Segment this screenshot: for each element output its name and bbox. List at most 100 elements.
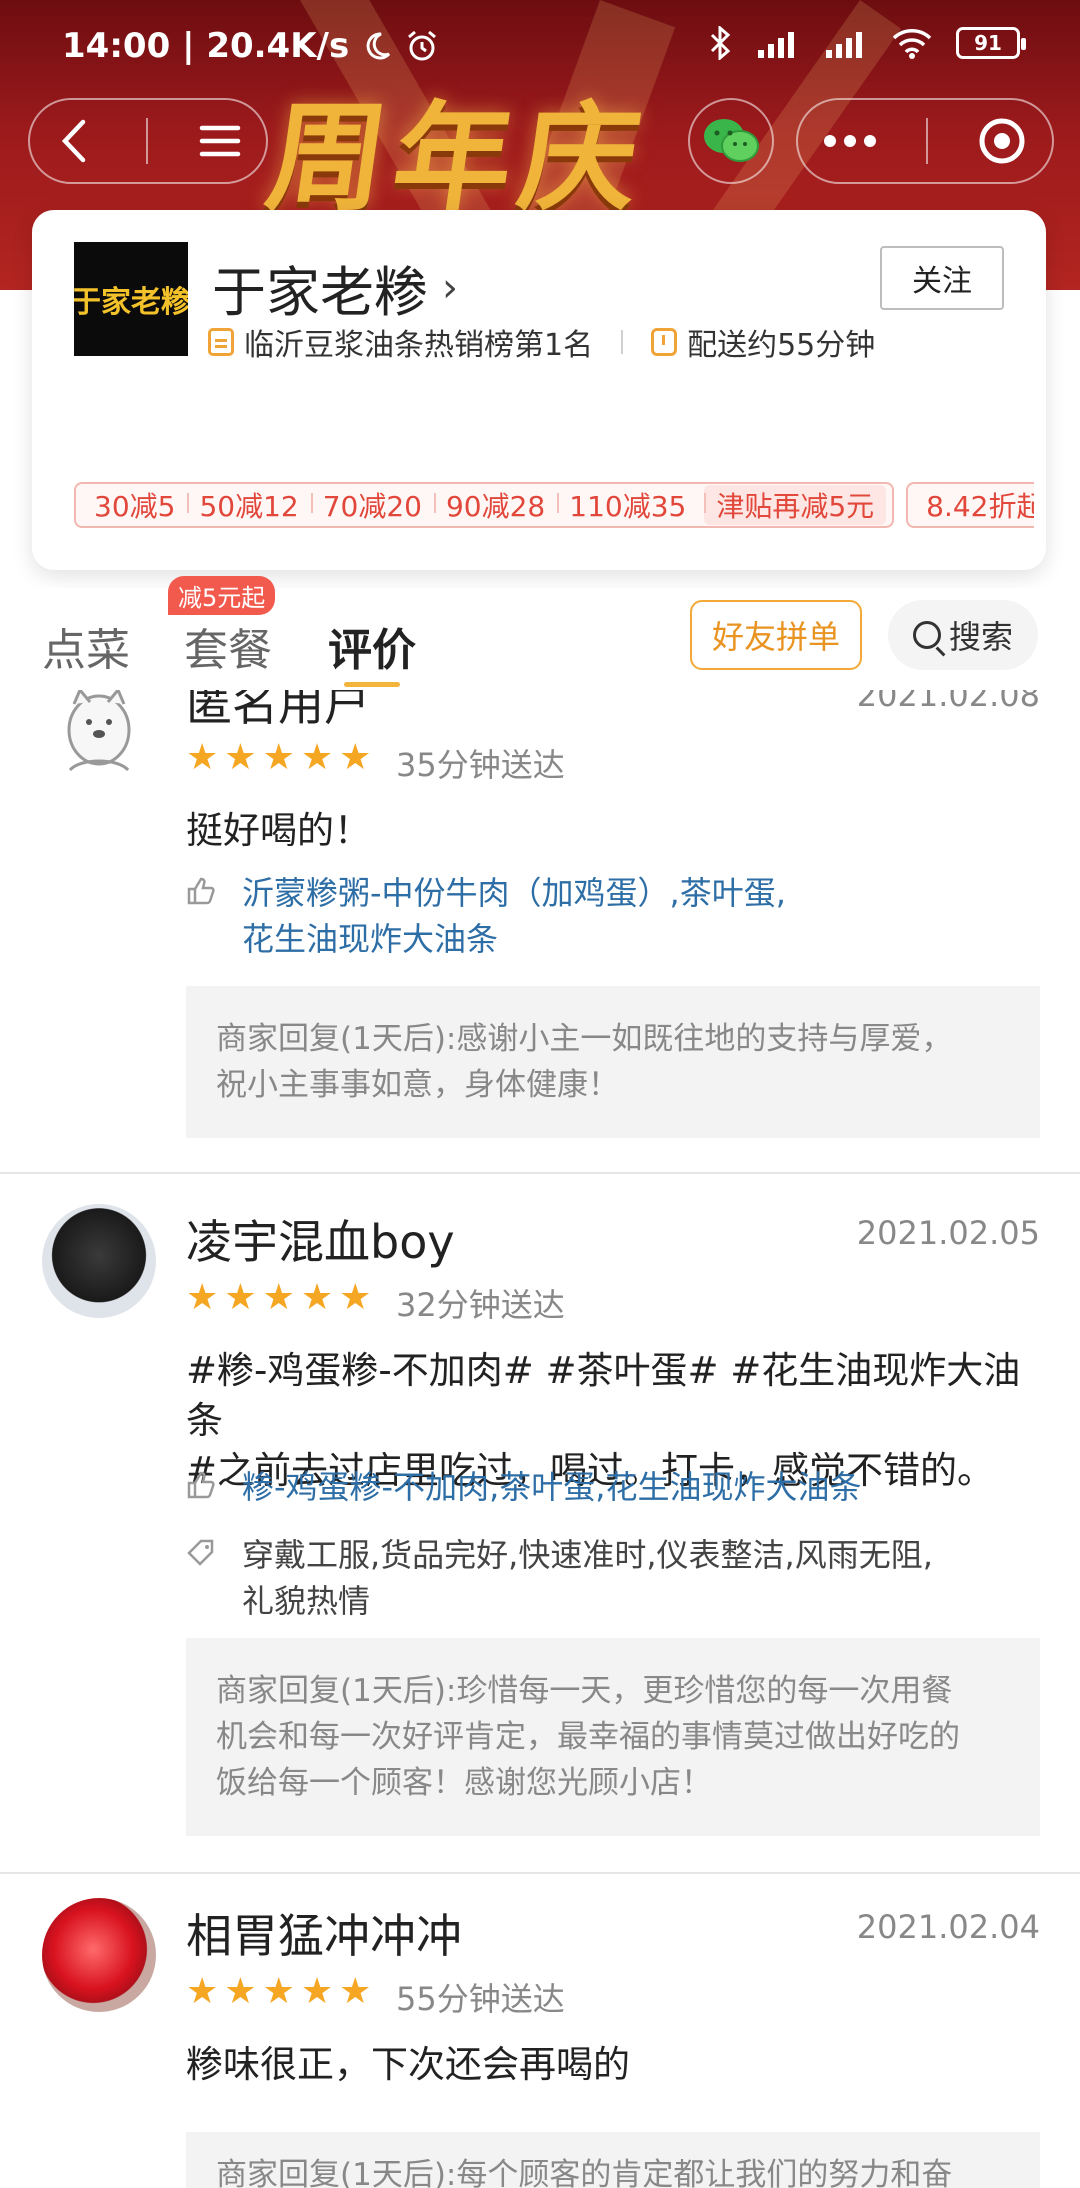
signal-icon (826, 32, 862, 58)
store-info-card: 于家老糁 于家老糁 › 关注 临沂豆浆油条热销榜第1名 配送约55分钟 30减5… (32, 210, 1046, 570)
star-icon: ★ (300, 1277, 334, 1318)
star-icon: ★ (262, 1277, 295, 1318)
store-name-link[interactable]: 于家老糁 › (212, 248, 458, 327)
back-icon[interactable] (55, 118, 95, 164)
alarm-icon (408, 30, 437, 61)
search-icon (912, 621, 941, 649)
menu-icon[interactable] (199, 123, 241, 159)
store-logo: 于家老糁 (74, 242, 188, 356)
capsule-divider (925, 118, 928, 164)
star-icon: ★ (300, 1971, 334, 2012)
tab-order[interactable]: 点菜 (42, 614, 130, 678)
discount-rate[interactable]: 8.42折起 (906, 482, 1034, 528)
wifi-icon (892, 29, 932, 59)
follow-button[interactable]: 关注 (880, 246, 1004, 310)
merchant-reply: 商家回复(1天后):感谢小主一如既往地的支持与厚爱， 祝小主事事如意，身体健康！ (186, 986, 1040, 1138)
review-user-name: 匿名用户 (186, 690, 370, 731)
wechat-icon (704, 119, 759, 162)
clock-icon (651, 328, 678, 356)
liked-dishes-line[interactable]: 沂蒙糁粥-中份牛肉（加鸡蛋）,茶叶蛋, (242, 870, 786, 916)
more-icon[interactable] (823, 134, 877, 148)
promo-tier: 70减20 (310, 485, 434, 525)
meta-divider (621, 330, 624, 354)
review-user-name: 凌宇混血boy (186, 1215, 455, 1269)
star-rating: ★ ★ ★ ★ ★ (186, 740, 371, 776)
tab-reviews[interactable]: 评价 (328, 614, 416, 678)
tab-combo[interactable]: 套餐 (184, 614, 272, 678)
promo-tier: 50减12 (187, 485, 310, 525)
star-icon: ★ (224, 1277, 257, 1318)
star-icon: ★ (339, 1971, 372, 2012)
store-name: 于家老糁 (212, 261, 428, 324)
review-divider (0, 1872, 1080, 1874)
rider-tags: 穿戴工服,货品完好,快速准时,仪表整洁,风雨无阻, 礼貌热情 (186, 1532, 1046, 1624)
merchant-reply: 商家回复(1天后):每个顾客的肯定都让我们的努力和奋 (186, 2132, 1040, 2188)
merchant-reply-line: 机会和每一次好评肯定，最幸福的事情莫过做出好吃的 (216, 1719, 960, 1755)
star-rating: ★ ★ ★ ★ ★ (186, 1280, 371, 1316)
review-list[interactable]: 匿名用户 2021.02.08 ★ ★ ★ ★ ★ 35分钟送达 挺好喝的！ 沂蒙糁粥-… (0, 690, 1080, 2188)
rider-tags-line: 穿戴工服,货品完好,快速准时,仪表整洁,风雨无阻, (242, 1536, 933, 1574)
avatar (42, 1204, 156, 1318)
avatar (42, 690, 156, 784)
friend-group-order-button[interactable]: 好友拼单 (690, 600, 862, 670)
star-icon: ★ (300, 737, 334, 778)
star-icon: ★ (186, 1971, 219, 2012)
star-icon: ★ (262, 737, 295, 778)
star-icon: ★ (224, 1971, 257, 2012)
thumbs-up-icon (186, 1464, 242, 1510)
bluetooth-icon (710, 26, 731, 60)
promo-tier: 90减28 (433, 485, 557, 525)
moon-icon (366, 32, 391, 60)
ranking-icon (208, 328, 234, 356)
capsule-divider (145, 118, 148, 164)
promo-subsidy: 津贴再减5元 (704, 485, 887, 525)
star-icon: ★ (224, 737, 257, 778)
delivery-duration: 32分钟送达 (396, 1286, 565, 1324)
review-date: 2021.02.05 (856, 1214, 1040, 1252)
review-text: 糁味很正，下次还会再喝的 (186, 2043, 630, 2086)
signal-hd-icon (758, 32, 794, 58)
search-label: 搜索 (948, 618, 1013, 656)
star-icon: ★ (262, 1971, 295, 2012)
delivery-duration: 35分钟送达 (396, 746, 565, 784)
discount-rate-label: 8.42折起 (926, 490, 1034, 523)
chevron-right-icon: › (442, 264, 458, 311)
liked-dishes: 糁-鸡蛋糁-不加肉,茶叶蛋,花生油现炸大油条 (186, 1464, 1046, 1510)
star-icon: ★ (186, 737, 219, 778)
review-text-line: #糁-鸡蛋糁-不加肉# #茶叶蛋# #花生油现炸大油条 (186, 1349, 1021, 1442)
merchant-reply-line: 商家回复(1天后):每个顾客的肯定都让我们的努力和奋 (216, 2157, 953, 2188)
merchant-reply-line: 商家回复(1天后):珍惜每一天，更珍惜您的每一次用餐 (216, 1673, 953, 1709)
nav-capsule-left (28, 98, 268, 184)
banner-title: 周年庆 (258, 88, 657, 227)
liked-dishes: 沂蒙糁粥-中份牛肉（加鸡蛋）,茶叶蛋, 花生油现炸大油条 (186, 870, 1046, 962)
tag-icon (186, 1532, 242, 1624)
delivery-duration: 55分钟送达 (396, 1980, 565, 2018)
search-button[interactable]: 搜索 (888, 600, 1038, 670)
liked-dishes-line[interactable]: 糁-鸡蛋糁-不加肉,茶叶蛋,花生油现炸大油条 (242, 1464, 861, 1510)
review-text: 挺好喝的！ (186, 809, 371, 852)
avatar (42, 1898, 156, 2012)
review-date: 2021.02.04 (856, 1908, 1040, 1946)
close-miniprogram-icon[interactable] (977, 116, 1027, 166)
thumbs-up-icon (186, 870, 242, 962)
star-rating: ★ ★ ★ ★ ★ (186, 1974, 371, 2010)
status-time-speed: 14:00 | 20.4K/s (62, 26, 350, 66)
store-meta: 临沂豆浆油条热销榜第1名 配送约55分钟 (208, 320, 875, 364)
merchant-reply-line: 饭给每一个顾客！感谢您光顾小店！ (216, 1765, 712, 1801)
review-date: 2021.02.08 (856, 690, 1040, 714)
wechat-share-button[interactable] (688, 98, 774, 184)
merchant-reply-line: 商家回复(1天后):感谢小主一如既往地的支持与厚爱， (216, 1021, 953, 1057)
active-tab-indicator (344, 682, 400, 687)
liked-dishes-line[interactable]: 花生油现炸大油条 (242, 916, 786, 962)
store-rank: 临沂豆浆油条热销榜第1名 (244, 328, 594, 363)
review-divider (0, 1172, 1080, 1174)
delivery-time: 配送约55分钟 (687, 328, 876, 363)
star-icon: ★ (339, 1277, 372, 1318)
merchant-reply: 商家回复(1天后):珍惜每一天，更珍惜您的每一次用餐 机会和每一次好评肯定，最幸… (186, 1638, 1040, 1836)
discount-tiers[interactable]: 30减5 50减12 70减20 90减28 110减35 津贴再减5元 (74, 482, 895, 528)
promo-tier: 30减5 (94, 490, 176, 523)
promo-row[interactable]: 30减5 50减12 70减20 90减28 110减35 津贴再减5元 8.4… (74, 482, 1034, 528)
battery-indicator: 91 (956, 27, 1026, 59)
review-user-name: 相胃猛冲冲冲 (186, 1909, 462, 1963)
nav-capsule-right (796, 98, 1054, 184)
